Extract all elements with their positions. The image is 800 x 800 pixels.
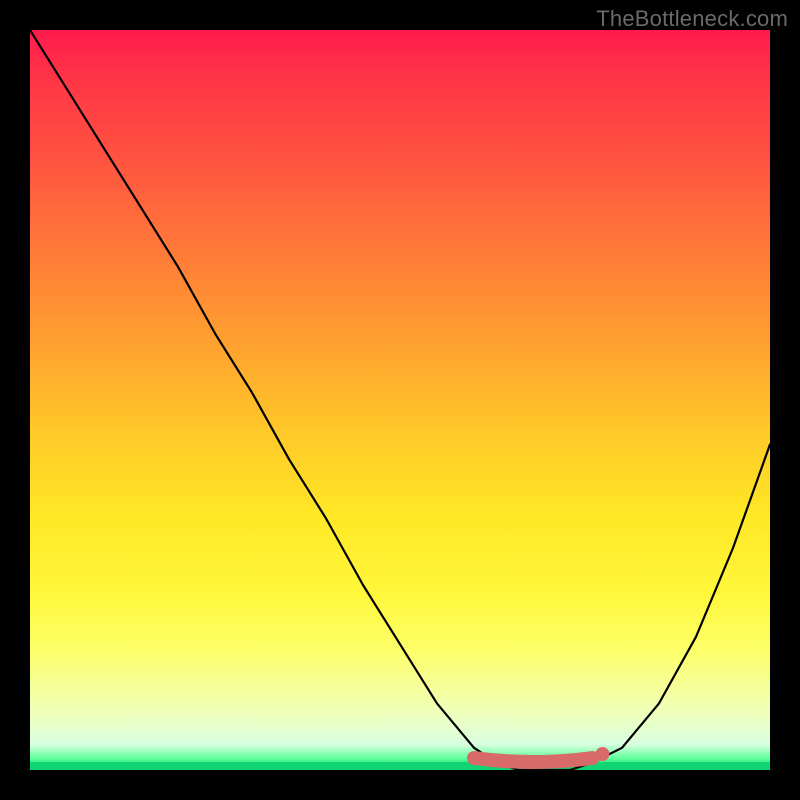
watermark-text: TheBottleneck.com: [596, 6, 788, 32]
bottleneck-curve: [30, 30, 770, 770]
chart-plot-area: [30, 30, 770, 770]
chart-frame: TheBottleneck.com: [0, 0, 800, 800]
